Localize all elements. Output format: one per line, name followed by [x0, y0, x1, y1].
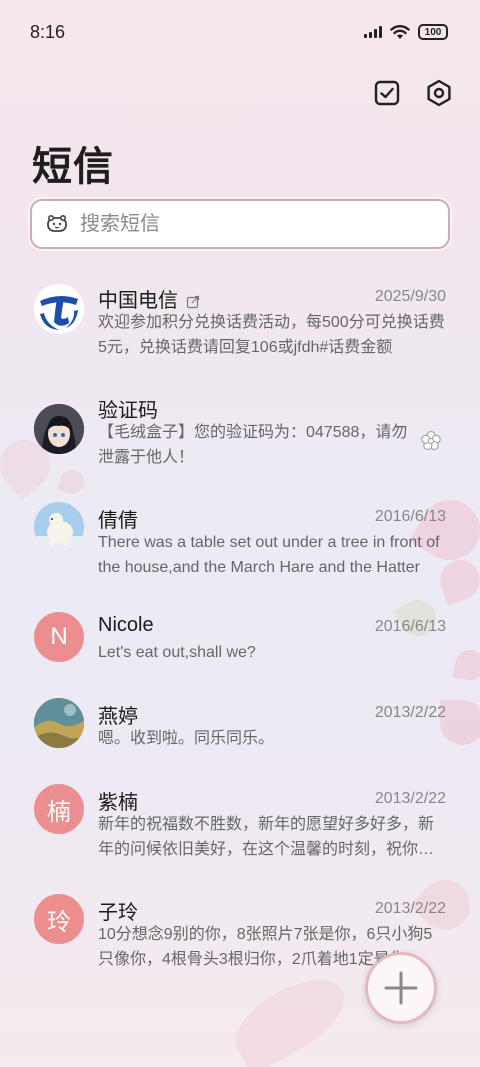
conversation-name: 中国电信	[98, 284, 200, 313]
conversation-date: 2016/6/13	[374, 618, 446, 635]
conversation-item[interactable]: 楠 紫楠 2013/2/22 新年的祝福数不胜数，新年的愿望好多好多，新年的问候…	[0, 784, 480, 884]
conversation-name-text: 中国电信	[98, 290, 178, 312]
search-bar[interactable]	[30, 199, 450, 249]
conversation-item[interactable]: 验证码 【毛绒盒子】您的验证码为：047588，请勿泄露于他人！	[0, 392, 480, 492]
telecom-logo-avatar	[34, 284, 84, 334]
conversation-name: 紫楠	[98, 792, 138, 814]
conversation-item[interactable]: 燕婷 2013/2/22 嗯。收到啦。同乐同乐。	[0, 698, 480, 798]
new-message-button[interactable]	[365, 952, 437, 1024]
conversation-item[interactable]: 中国电信 2025/9/30 欢迎参加积分兑换话费活动，每500分可兑换话费5元…	[0, 282, 480, 382]
conversation-date: 2013/2/22	[374, 900, 446, 917]
conversation-date: 2013/2/22	[374, 790, 446, 807]
conversation-date: 2013/2/22	[374, 704, 446, 721]
settings-button[interactable]	[424, 78, 454, 108]
conversation-name: 燕婷	[98, 706, 138, 728]
conversation-item[interactable]: N Nicole 2016/6/13 Let's eat out,shall w…	[0, 612, 480, 712]
conversation-name: 验证码	[98, 400, 158, 422]
conversation-date: 2025/9/30	[374, 288, 446, 305]
conversation-date: 2016/6/13	[374, 508, 446, 525]
wifi-icon	[390, 25, 410, 39]
conversation-name: 倩倩	[98, 510, 138, 532]
conversation-name: 子玲	[98, 902, 138, 924]
external-link-icon	[186, 295, 199, 308]
conversation-snippet: There was a table set out under a tree i…	[98, 534, 440, 576]
select-checkbox-button[interactable]	[372, 78, 402, 108]
battery-icon: 100	[418, 24, 448, 40]
polar-bear-avatar	[34, 502, 84, 552]
conversation-snippet: 欢迎参加积分兑换话费活动，每500分可兑换话费5元，兑换话费请回复106或jfd…	[98, 314, 445, 356]
anime-avatar	[34, 404, 84, 454]
status-icons: 100	[364, 24, 448, 40]
conversation-snippet: 嗯。收到啦。同乐同乐。	[98, 730, 275, 747]
conversation-snippet: 【毛绒盒子】您的验证码为：047588，请勿泄露于他人！	[98, 424, 408, 466]
conversation-item[interactable]: 倩倩 2016/6/13 There was a table set out u…	[0, 502, 480, 602]
checkbox-icon	[374, 80, 400, 106]
conversation-snippet: Let's eat out,shall we?	[98, 644, 256, 661]
letter-avatar: 楠	[34, 784, 84, 834]
conversation-snippet: 新年的祝福数不胜数，新年的愿望好多好多，新年的问候依旧美好，在这个温馨的时刻，祝…	[98, 816, 435, 858]
status-bar: 8:16 100	[0, 0, 480, 66]
landscape-avatar	[34, 698, 84, 748]
search-mascot-icon	[46, 213, 68, 235]
top-actions	[372, 78, 454, 108]
conversation-name: Nicole	[98, 614, 154, 636]
page-title: 短信	[32, 145, 114, 189]
search-input[interactable]	[80, 212, 400, 236]
letter-avatar: N	[34, 612, 84, 662]
signal-icon	[364, 26, 382, 38]
letter-avatar: 玲	[34, 894, 84, 944]
flower-icon	[421, 430, 441, 451]
settings-icon	[427, 79, 451, 107]
status-time: 8:16	[30, 22, 66, 42]
plus-icon	[384, 971, 418, 1005]
